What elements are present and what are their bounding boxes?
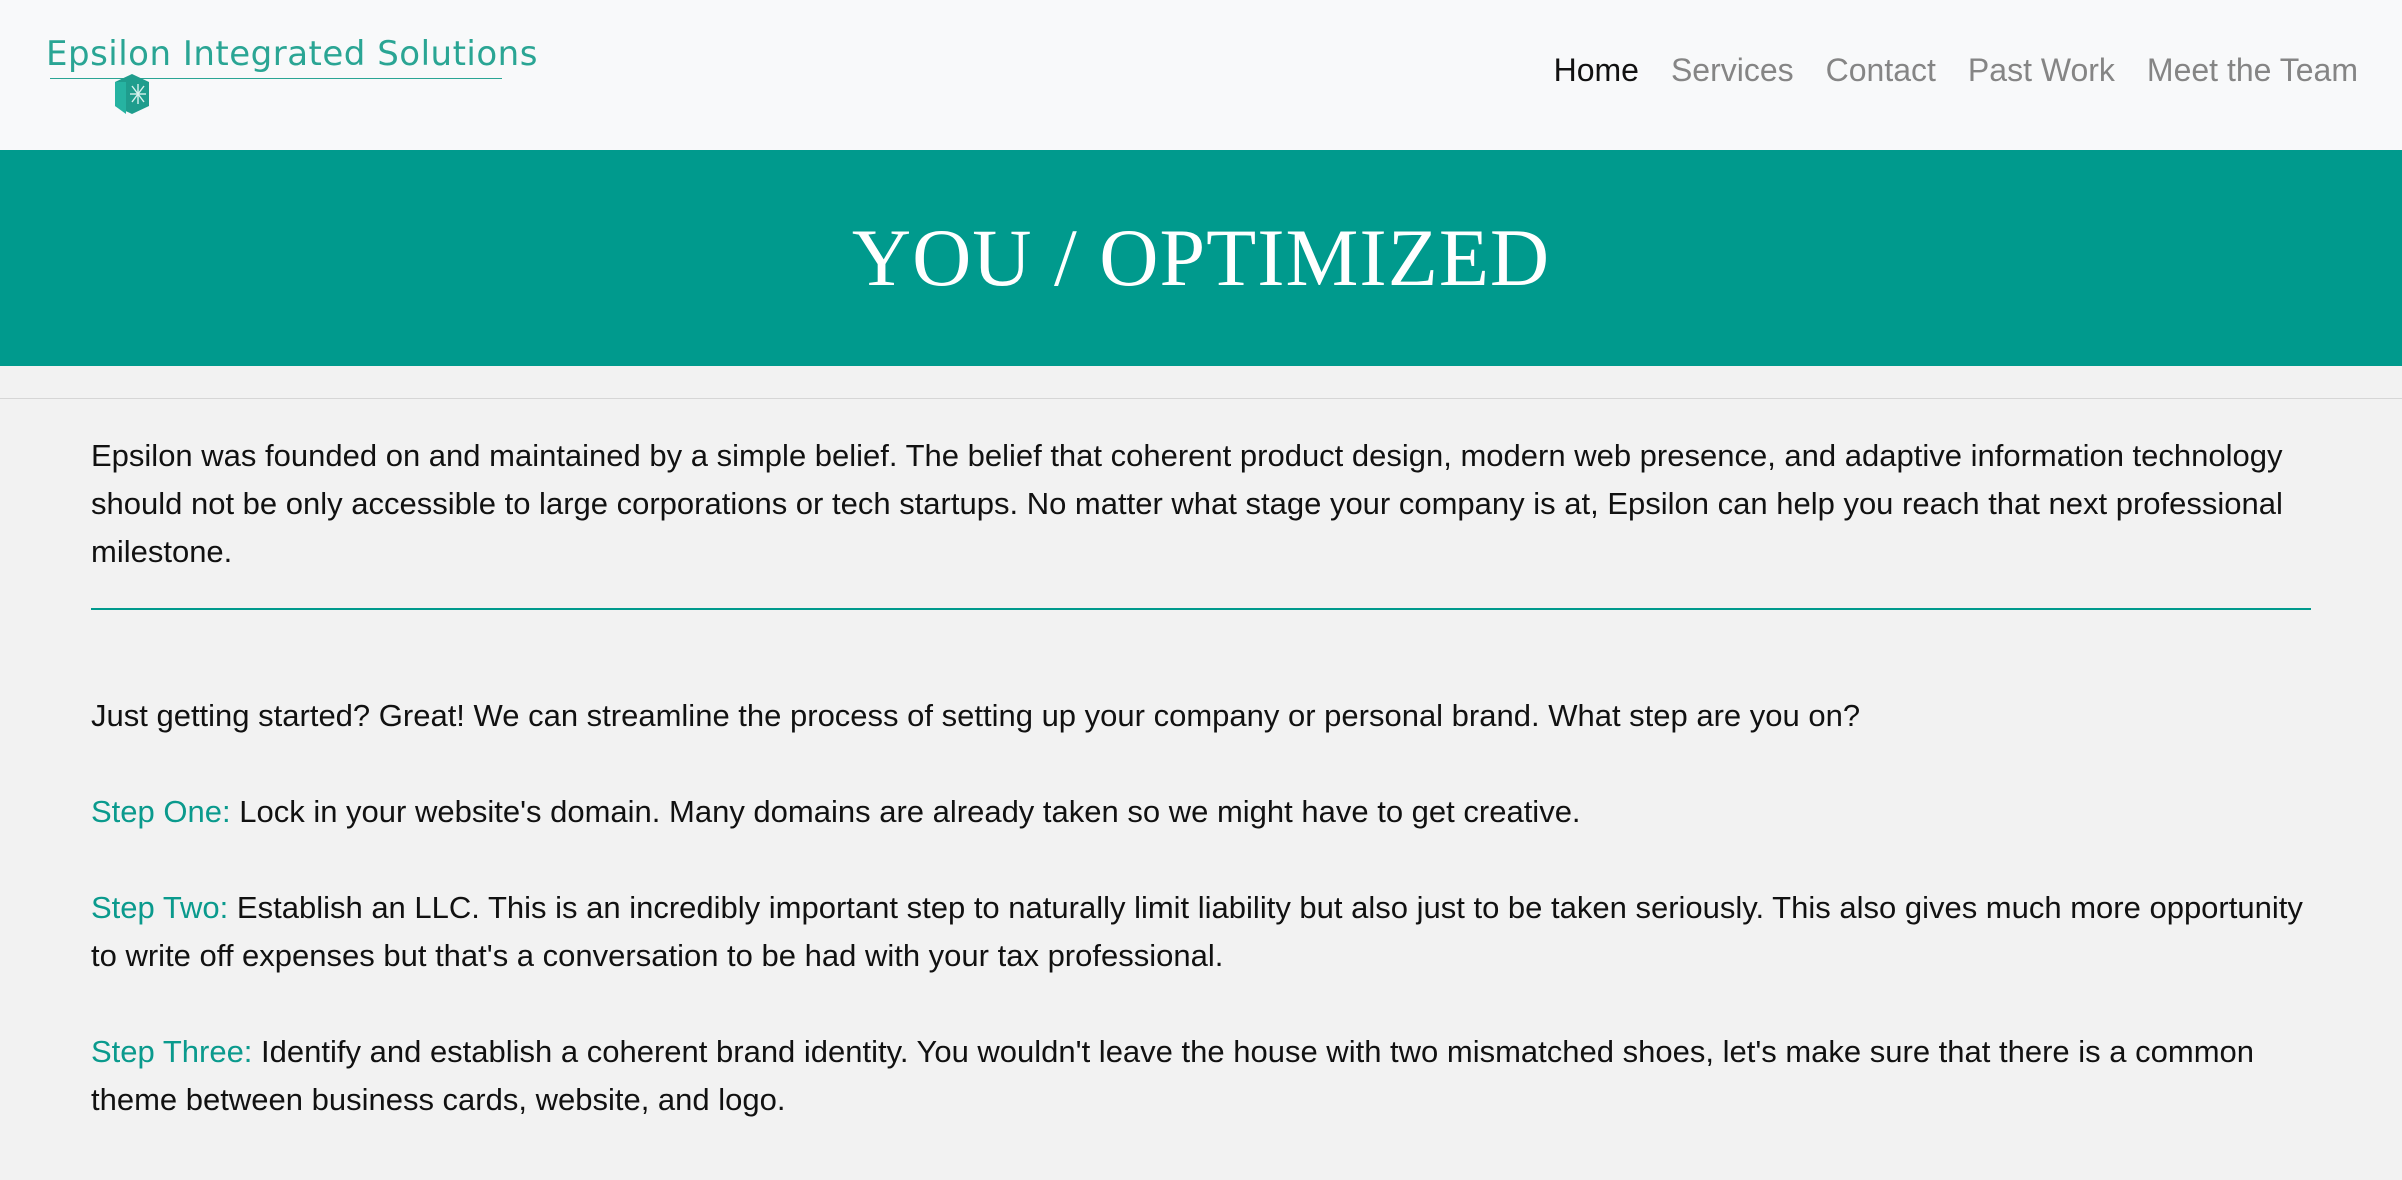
brand-logo-link[interactable]: Epsilon Integrated Solutions <box>46 30 537 120</box>
navbar: Epsilon Integrated Solutions Home Servic… <box>0 0 2402 150</box>
brand-name: Epsilon Integrated Solutions <box>46 34 538 74</box>
hero-title: YOU / OPTIMIZED <box>851 212 1551 303</box>
step-two-label: Step Two: <box>91 890 229 925</box>
step-one-label: Step One: <box>91 794 231 829</box>
main-nav: Home Services Contact Past Work Meet the… <box>1538 52 2358 89</box>
nav-link-past-work[interactable]: Past Work <box>1952 52 2131 89</box>
step-two-text: Establish an LLC. This is an incredibly … <box>91 890 2303 973</box>
nav-link-contact[interactable]: Contact <box>1810 52 1952 89</box>
hexagon-shield-logo-icon <box>115 74 149 114</box>
hero-separator <box>0 366 2402 399</box>
step-three: Step Three: Identify and establish a coh… <box>91 980 2311 1124</box>
step-three-text: Identify and establish a coherent brand … <box>91 1034 2254 1117</box>
step-three-label: Step Three: <box>91 1034 253 1069</box>
hero-banner: YOU / OPTIMIZED <box>0 150 2402 366</box>
step-one-text: Lock in your website's domain. Many doma… <box>239 794 1581 829</box>
main-content: Epsilon was founded on and maintained by… <box>0 399 2402 1124</box>
step-two: Step Two: Establish an LLC. This is an i… <box>91 836 2311 980</box>
step-one: Step One: Lock in your website's domain.… <box>91 740 2311 836</box>
lead-paragraph: Just getting started? Great! We can stre… <box>91 698 1861 733</box>
nav-link-home[interactable]: Home <box>1538 52 1655 89</box>
intro-paragraph: Epsilon was founded on and maintained by… <box>91 438 2283 569</box>
nav-link-services[interactable]: Services <box>1655 52 1810 89</box>
nav-link-meet-the-team[interactable]: Meet the Team <box>2131 52 2358 89</box>
